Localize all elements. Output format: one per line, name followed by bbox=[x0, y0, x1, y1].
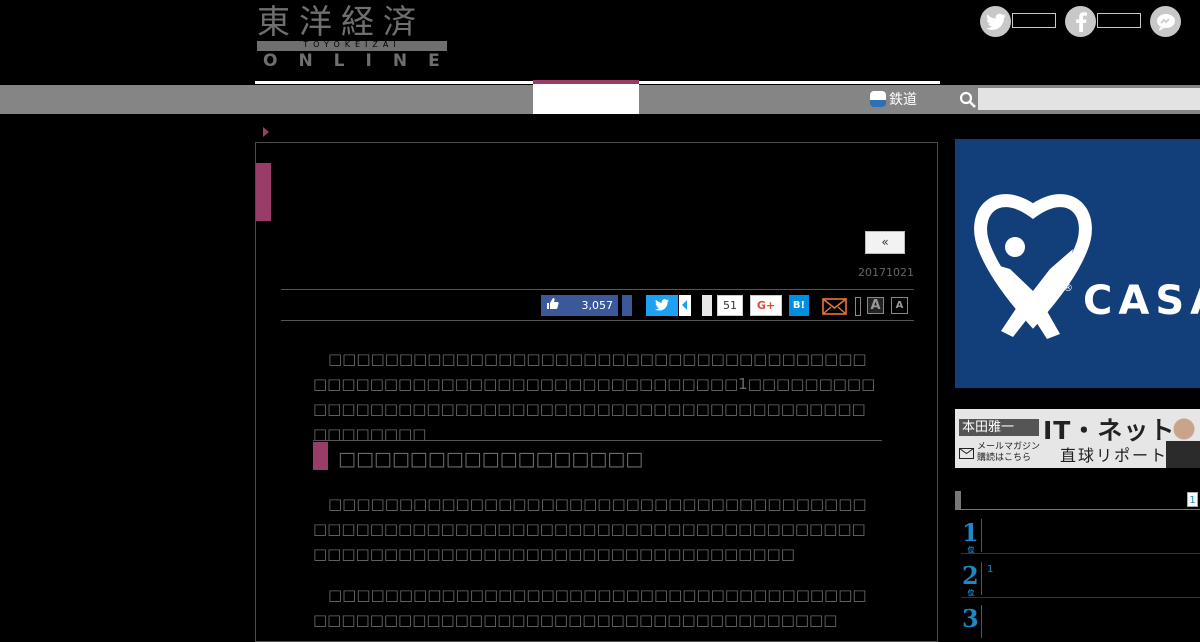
tweet-count-bubble bbox=[679, 295, 691, 316]
promo-mail-line1: メールマガジン bbox=[977, 442, 1041, 452]
ranking-item-rule bbox=[961, 597, 1200, 598]
article-title-accent bbox=[256, 163, 271, 221]
promo-mail-cta: メールマガジン 購読はこちら bbox=[959, 442, 1040, 464]
author-photo bbox=[1166, 415, 1200, 468]
ranking-page-badge[interactable]: 1 bbox=[1187, 492, 1198, 507]
ad-banner[interactable]: ® CASA bbox=[955, 139, 1200, 388]
nav-tab-tetsudo-label: 鉄道 bbox=[889, 92, 917, 108]
font-size-small-button[interactable]: A bbox=[891, 297, 908, 314]
search-icon[interactable] bbox=[958, 90, 978, 110]
section-heading-rule bbox=[313, 440, 882, 441]
promo-subtitle: 直球リポート bbox=[1060, 446, 1169, 465]
ranking-number: 1 位 bbox=[962, 518, 980, 554]
font-size-large-button[interactable]: A bbox=[867, 297, 884, 314]
mail-icon[interactable] bbox=[822, 296, 847, 315]
nav-tab-active[interactable] bbox=[533, 84, 639, 114]
section-heading: □□□□□□□□□□□□□□□□□ bbox=[338, 448, 644, 470]
ad-brand-text: CASA bbox=[1083, 278, 1200, 324]
ranking-item-rule bbox=[961, 553, 1200, 554]
google-plus-button[interactable]: G+ bbox=[750, 295, 782, 316]
thumbs-up-icon bbox=[541, 297, 563, 314]
twitter-icon[interactable] bbox=[980, 6, 1011, 37]
train-icon bbox=[870, 91, 886, 107]
back-button[interactable]: « bbox=[865, 231, 905, 254]
article-date: 20171021 bbox=[858, 266, 914, 279]
ranking-suffix: 位 bbox=[967, 545, 975, 554]
hatena-bookmark-button[interactable]: B! bbox=[789, 295, 809, 316]
heart-person-logo-icon: ® CASA bbox=[974, 194, 1200, 339]
pocket-count: 51 bbox=[717, 295, 743, 316]
breadcrumb-arrow-icon bbox=[263, 127, 269, 137]
nav-tab-tetsudo[interactable]: 鉄道 bbox=[870, 88, 917, 110]
ad-registered-mark: ® bbox=[1063, 283, 1073, 294]
site-logo-band: TOYOKEIZAI bbox=[257, 40, 447, 51]
ranking-number-value: 1 bbox=[962, 518, 979, 547]
ranking-number-value: 2 bbox=[962, 561, 979, 590]
envelope-icon bbox=[959, 447, 974, 459]
twitter-follow-count[interactable] bbox=[1012, 13, 1056, 28]
article-paragraph: □□□□□□□□□□□□□□□□□□□□□□□□□□□□□□□□□□□□□□□□… bbox=[313, 495, 867, 563]
share-bar-divider bbox=[281, 289, 914, 290]
ranking-item-title[interactable]: 1 bbox=[987, 564, 993, 575]
ranking-divider bbox=[981, 605, 982, 638]
messenger-icon[interactable] bbox=[1150, 6, 1181, 37]
nav-top-line bbox=[255, 81, 533, 84]
facebook-like-count: 3,057 bbox=[581, 299, 614, 312]
promo-mail-line2: 購読はこちら bbox=[977, 453, 1032, 463]
ranking-header-accent bbox=[955, 491, 961, 510]
site-logo[interactable]: 東洋経済 bbox=[257, 4, 447, 40]
print-button[interactable] bbox=[855, 297, 861, 316]
newsletter-promo-banner[interactable]: 本田雅一 IT・ネット 直球リポート メールマガジン 購読はこちら bbox=[955, 409, 1200, 468]
section-heading-accent bbox=[313, 442, 328, 470]
facebook-like-button[interactable]: 3,057 bbox=[541, 295, 618, 316]
facebook-share-button[interactable] bbox=[622, 295, 632, 316]
ranking-number: 2 位 bbox=[962, 561, 980, 597]
tweet-button[interactable] bbox=[646, 295, 678, 316]
share-bar-divider bbox=[281, 320, 914, 321]
site-logo-romaji: TOYOKEIZAI bbox=[303, 40, 401, 49]
search-input[interactable] bbox=[978, 88, 1200, 110]
article-paragraph: □□□□□□□□□□□□□□□□□□□□□□□□□□□□□□□□□□□□□□□□… bbox=[313, 586, 867, 629]
ranking-suffix: 位 bbox=[967, 588, 975, 597]
article-paragraph: □□□□□□□□□□□□□□□□□□□□□□□□□□□□□□□□□□□□□□□□… bbox=[313, 350, 876, 443]
facebook-icon[interactable] bbox=[1065, 6, 1096, 37]
pocket-button[interactable] bbox=[702, 295, 712, 316]
ranking-divider bbox=[981, 519, 982, 552]
ranking-header-rule bbox=[961, 509, 1200, 510]
nav-top-line bbox=[639, 81, 940, 84]
global-nav bbox=[0, 85, 950, 114]
ranking-divider bbox=[981, 562, 982, 595]
facebook-follow-count[interactable] bbox=[1097, 13, 1141, 28]
site-logo-online: ONLINE bbox=[263, 51, 461, 71]
ranking-number: 3 bbox=[962, 606, 980, 632]
ranking-number-value: 3 bbox=[962, 604, 979, 633]
promo-author-name: 本田雅一 bbox=[959, 419, 1039, 436]
